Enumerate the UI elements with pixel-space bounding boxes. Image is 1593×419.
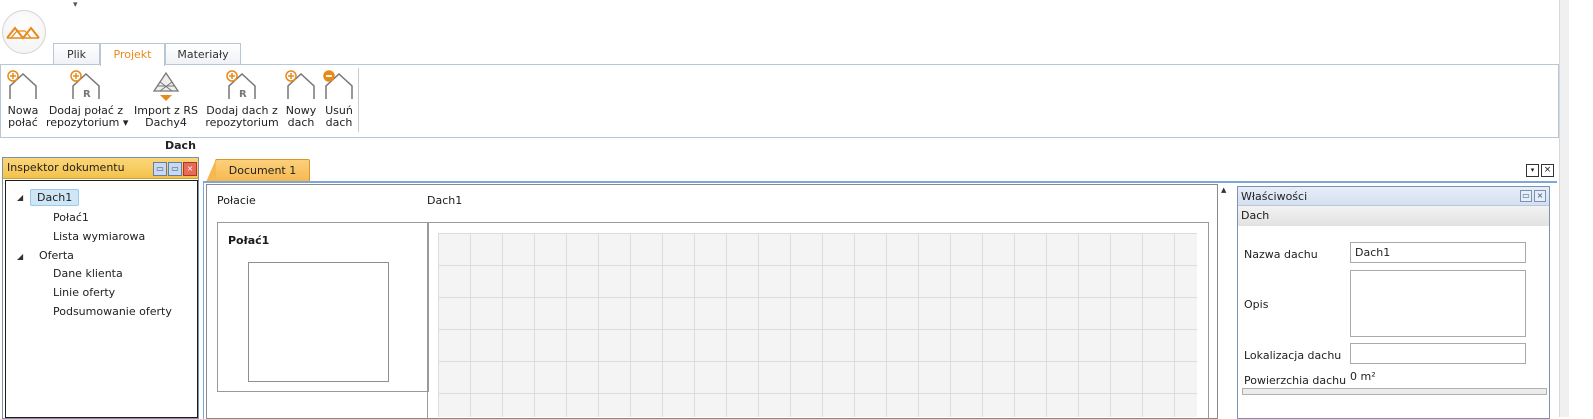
inspector-title: Inspektor dokumentu <box>7 161 125 174</box>
expand-arrow-icon[interactable]: ◢ <box>17 193 23 202</box>
new-plane-label-2: połać <box>8 116 38 129</box>
ribbon-group-label: Dach <box>165 139 196 152</box>
description-field[interactable] <box>1350 270 1526 337</box>
app-logo[interactable] <box>2 10 46 54</box>
scroll-up-icon[interactable]: ▲ <box>1221 186 1226 194</box>
tree-node-podsumowanie-oferty[interactable]: Podsumowanie oferty <box>53 305 172 318</box>
expand-arrow-icon[interactable]: ◢ <box>17 252 23 261</box>
new-roof-button[interactable]: Nowy dach <box>284 69 318 129</box>
document-inspector-panel: Inspektor dokumentu ▭ ▭ × ◢ Dach1 Połać1… <box>2 157 199 419</box>
close-icon[interactable]: × <box>1534 190 1546 202</box>
new-plane-button[interactable]: Nowa połać <box>5 69 41 129</box>
add-roof-from-repo-icon: R <box>226 70 256 100</box>
add-roof-label-2: repozytorium <box>205 116 279 129</box>
description-label: Opis <box>1244 298 1269 311</box>
tree-node-lista-wymiarowa[interactable]: Lista wymiarowa <box>53 230 145 243</box>
tree-node-dane-klienta[interactable]: Dane klienta <box>53 267 123 280</box>
area-label: Powierzchia dachu <box>1244 374 1347 387</box>
document-tree: ◢ Dach1 Połać1 Lista wymiarowa ◢ Oferta … <box>5 180 198 418</box>
add-plane-from-repo-button[interactable]: R Dodaj połać z repozytorium ▾ <box>46 69 129 129</box>
properties-panel: Właściwości ▭ × Dach Nazwa dachu Opis Lo… <box>1237 186 1550 419</box>
delete-roof-label-2: dach <box>325 116 353 129</box>
roof-name-field[interactable] <box>1350 242 1526 263</box>
properties-title: Właściwości <box>1241 190 1308 203</box>
properties-header: Właściwości ▭ × <box>1238 187 1549 206</box>
document-close-icon[interactable]: × <box>1541 164 1554 177</box>
tree-node-polac1[interactable]: Połać1 <box>53 211 89 224</box>
tab-plik[interactable]: Plik <box>53 43 100 65</box>
roof-name-label: Dach1 <box>427 194 463 207</box>
ribbon: Nowa połać R Dodaj połać z repozytorium … <box>0 64 1559 138</box>
roof-name-label: Nazwa dachu <box>1244 248 1318 261</box>
minimize-icon[interactable]: ▭ <box>153 162 167 176</box>
tree-node-linie-oferty[interactable]: Linie oferty <box>53 286 115 299</box>
properties-section <box>1238 206 1549 226</box>
import-rs-icon <box>152 71 180 101</box>
tree-node-dach1[interactable]: Dach1 <box>30 189 80 206</box>
tab-materialy[interactable]: Materiały <box>165 43 241 65</box>
inspector-header: Inspektor dokumentu ▭ ▭ × <box>3 158 198 179</box>
new-roof-label-2: dach <box>287 116 315 129</box>
drawing-canvas-grid[interactable] <box>438 233 1197 417</box>
import-rs-button[interactable]: Import z RS Dachy4 <box>131 69 201 129</box>
tab-projekt[interactable]: Projekt <box>100 43 165 66</box>
window-scrollbar[interactable] <box>1559 0 1569 417</box>
close-icon[interactable]: × <box>183 162 197 176</box>
svg-text:R: R <box>83 89 91 100</box>
svg-text:R: R <box>239 89 247 100</box>
tab-document-1[interactable]: Document 1 <box>206 159 310 182</box>
planes-label: Połacie <box>217 194 256 207</box>
plane-preview[interactable] <box>248 262 389 382</box>
delete-roof-button[interactable]: Usuń dach <box>322 69 356 129</box>
tree-node-oferta[interactable]: Oferta <box>39 249 74 262</box>
roof-logo-icon <box>6 26 40 40</box>
new-roof-icon <box>285 70 315 99</box>
add-plane-from-repo-icon: R <box>70 70 100 100</box>
document-list-dropdown-icon[interactable]: ▾ <box>1526 164 1539 177</box>
add-roof-from-repo-button[interactable]: R Dodaj dach z repozytorium <box>205 69 279 129</box>
quick-access-dropdown-icon[interactable]: ▾ <box>73 0 78 10</box>
properties-section-title: Dach <box>1241 209 1270 222</box>
ribbon-separator <box>358 68 359 132</box>
new-roof-plane-icon <box>7 70 37 99</box>
plane-card-title: Połać1 <box>228 234 270 247</box>
location-label: Lokalizacja dachu <box>1244 349 1342 362</box>
import-rs-label-2: Dachy4 <box>145 116 187 129</box>
area-value: 0 m² <box>1350 370 1376 383</box>
minimize-icon[interactable]: ▭ <box>1520 190 1532 202</box>
delete-roof-icon <box>323 70 353 99</box>
properties-scrollbar[interactable] <box>1242 388 1547 395</box>
location-field[interactable] <box>1350 343 1526 364</box>
restore-icon[interactable]: ▭ <box>168 162 182 176</box>
add-plane-label-2: repozytorium ▾ <box>46 116 129 129</box>
